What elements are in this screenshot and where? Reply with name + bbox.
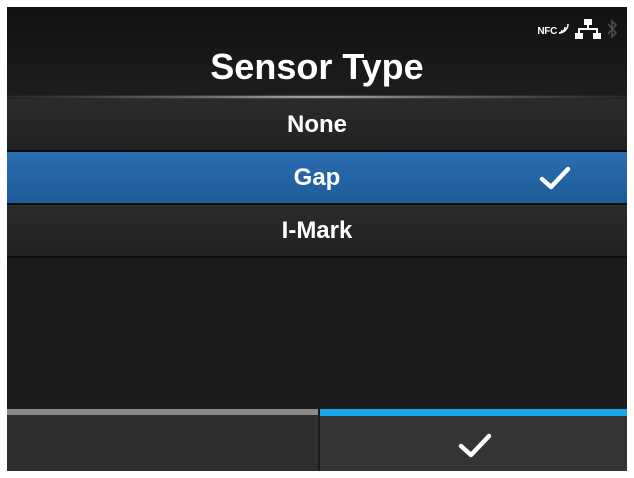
bluetooth-icon — [607, 19, 618, 44]
nfc-icon: NFC — [537, 23, 569, 37]
back-button[interactable] — [7, 409, 318, 471]
network-icon — [575, 19, 601, 44]
confirm-button[interactable] — [320, 409, 627, 471]
option-label: Gap — [293, 164, 341, 191]
confirm-button-bar — [320, 409, 627, 416]
confirm-check-icon — [458, 433, 492, 458]
option-i-mark[interactable]: I-Mark — [7, 205, 627, 258]
option-gap[interactable]: Gap — [7, 152, 627, 205]
option-label: I-Mark — [281, 217, 353, 244]
printer-screen: NFC Sensor Type None Gap I-Mark — [7, 7, 627, 471]
page-title: Sensor Type — [210, 46, 424, 87]
nfc-waves-icon — [558, 23, 569, 34]
back-button-bar — [7, 409, 318, 415]
header: NFC Sensor Type — [7, 7, 627, 99]
status-icons: NFC — [537, 19, 618, 44]
nfc-label: NFC — [537, 26, 557, 37]
option-label: None — [287, 111, 347, 138]
option-none[interactable]: None — [7, 99, 627, 152]
sensor-type-options: None Gap I-Mark — [7, 99, 627, 258]
check-icon — [539, 166, 571, 190]
